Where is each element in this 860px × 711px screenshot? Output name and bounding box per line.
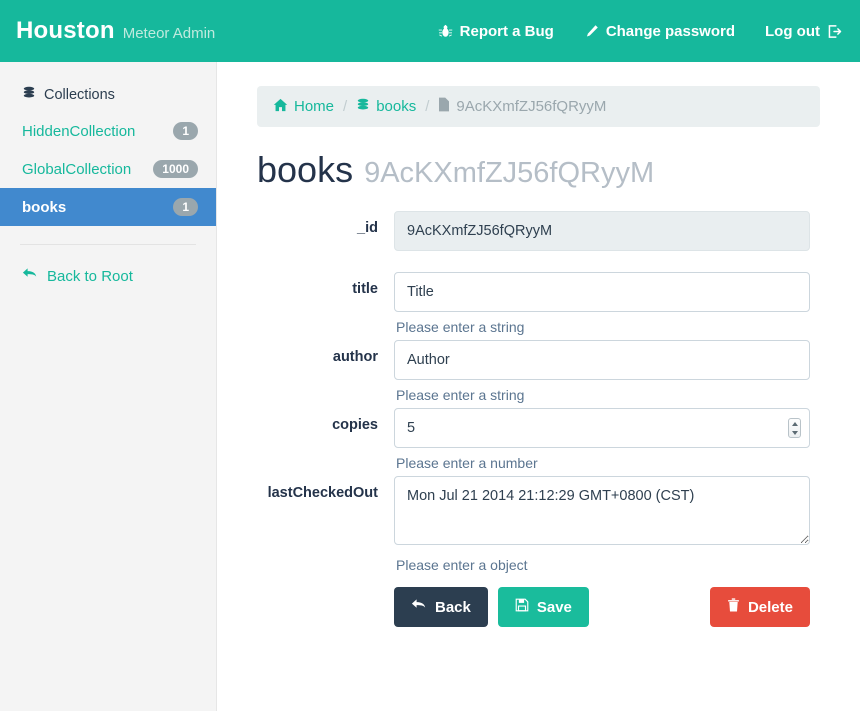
number-stepper[interactable] xyxy=(788,418,801,438)
field-label-lastcheckedout: lastCheckedOut xyxy=(267,485,378,501)
report-a-bug-link[interactable]: Report a Bug xyxy=(438,23,554,40)
sidebar-item-badge: 1 xyxy=(173,122,198,140)
save-button-label: Save xyxy=(536,598,572,616)
breadcrumb-separator: / xyxy=(425,98,430,115)
breadcrumb-home-label: Home xyxy=(294,98,335,115)
author-help-text: Please enter a string xyxy=(396,387,525,403)
title-help-text: Please enter a string xyxy=(396,319,525,335)
back-to-root-label: Back to Root xyxy=(47,267,133,285)
title-field[interactable] xyxy=(394,272,810,312)
save-button[interactable]: Save xyxy=(497,587,589,627)
main-content: Home / books / 9AcKXmfZJ56fQRyyM books 9… xyxy=(217,62,860,711)
copies-field[interactable] xyxy=(394,408,810,448)
form-row-copies: copies Please enter a number xyxy=(257,408,820,471)
breadcrumb-collection-label: books xyxy=(376,98,417,115)
brand-name: Houston xyxy=(16,17,115,44)
sidebar-item-label: GlobalCollection xyxy=(22,160,132,178)
database-icon xyxy=(22,86,36,104)
log-out-link[interactable]: Log out xyxy=(765,23,842,40)
back-arrow-icon xyxy=(22,267,38,285)
sign-out-icon xyxy=(827,24,842,39)
brand[interactable]: Houston Meteor Admin xyxy=(16,17,215,45)
breadcrumb: Home / books / 9AcKXmfZJ56fQRyyM xyxy=(257,86,820,127)
lastcheckedout-help-text: Please enter a object xyxy=(396,557,528,573)
sidebar-item-badge: 1 xyxy=(173,198,198,216)
stepper-down-icon[interactable] xyxy=(791,430,798,435)
brand-subtitle: Meteor Admin xyxy=(122,25,216,42)
log-out-label: Log out xyxy=(765,22,820,40)
page-title-text: books xyxy=(257,149,354,190)
file-icon xyxy=(438,97,450,116)
delete-button[interactable]: Delete xyxy=(709,587,810,627)
field-label-title: title xyxy=(352,281,378,297)
id-field xyxy=(394,211,810,251)
breadcrumb-collection[interactable]: books xyxy=(356,98,416,116)
delete-button-label: Delete xyxy=(747,598,793,616)
bug-icon xyxy=(438,24,453,39)
form-row-id: _id xyxy=(257,211,820,251)
sidebar: Collections HiddenCollection 1 GlobalCol… xyxy=(0,62,217,711)
sidebar-item-books[interactable]: books 1 xyxy=(0,188,216,226)
change-password-link[interactable]: Change password xyxy=(584,23,735,40)
field-label-author: author xyxy=(332,349,378,365)
sidebar-heading-label: Collections xyxy=(44,87,115,103)
back-to-root-link[interactable]: Back to Root xyxy=(0,245,216,285)
navbar-links: Report a Bug Change password Log out xyxy=(438,23,842,40)
form-row-title: title Please enter a string xyxy=(257,272,820,335)
sidebar-item-badge: 1000 xyxy=(153,160,198,178)
home-icon xyxy=(273,98,288,116)
copies-input-wrapper xyxy=(394,408,810,448)
page-title: books 9AcKXmfZJ56fQRyyM xyxy=(257,149,820,191)
form-actions: Back Save Delete xyxy=(257,587,810,627)
form-row-lastcheckedout: lastCheckedOut Mon Jul 21 2014 21:12:29 … xyxy=(257,476,820,573)
pencil-icon xyxy=(584,24,599,39)
breadcrumb-document: 9AcKXmfZJ56fQRyyM xyxy=(438,97,606,116)
page-shell: Collections HiddenCollection 1 GlobalCol… xyxy=(0,62,860,711)
sidebar-item-globalcollection[interactable]: GlobalCollection 1000 xyxy=(0,150,216,188)
form-row-author: author Please enter a string xyxy=(257,340,820,403)
trash-icon xyxy=(727,598,740,616)
field-label-id: _id xyxy=(357,220,378,236)
author-field[interactable] xyxy=(394,340,810,380)
field-label-copies: copies xyxy=(332,417,378,433)
stepper-up-icon[interactable] xyxy=(791,421,798,426)
breadcrumb-document-label: 9AcKXmfZJ56fQRyyM xyxy=(456,98,607,115)
sidebar-item-hiddencollection[interactable]: HiddenCollection 1 xyxy=(0,112,216,150)
change-password-label: Change password xyxy=(605,22,736,40)
page-title-document-id: 9AcKXmfZJ56fQRyyM xyxy=(364,157,655,189)
back-arrow-icon xyxy=(411,598,427,616)
top-navbar: Houston Meteor Admin Report a Bug Change… xyxy=(0,0,860,62)
floppy-disk-icon xyxy=(515,598,529,616)
back-button-label: Back xyxy=(435,598,471,616)
copies-help-text: Please enter a number xyxy=(396,455,538,471)
breadcrumb-separator: / xyxy=(343,98,348,115)
report-a-bug-label: Report a Bug xyxy=(459,22,554,40)
lastcheckedout-field[interactable]: Mon Jul 21 2014 21:12:29 GMT+0800 (CST) xyxy=(394,476,810,545)
breadcrumb-home[interactable]: Home xyxy=(273,98,334,116)
sidebar-item-label: books xyxy=(22,198,67,216)
sidebar-item-label: HiddenCollection xyxy=(22,122,136,140)
back-button[interactable]: Back xyxy=(394,587,488,627)
sidebar-heading: Collections xyxy=(0,78,216,112)
database-icon xyxy=(356,98,370,116)
